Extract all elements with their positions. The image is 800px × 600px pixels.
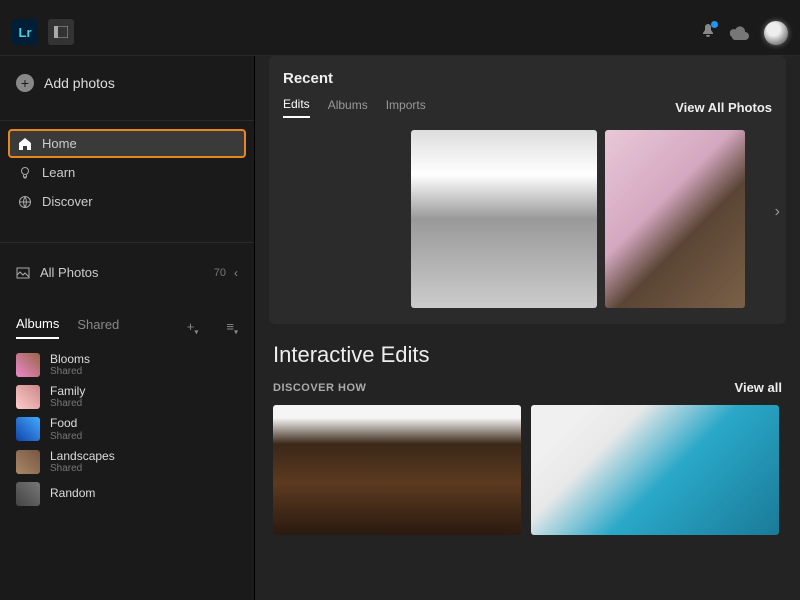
album-thumb [16,353,40,377]
discover-how-label: DISCOVER HOW [273,382,366,394]
album-thumb [16,450,40,474]
nav-discover[interactable]: Discover [8,187,246,216]
album-thumb [16,385,40,409]
album-item-blooms[interactable]: BloomsShared [10,349,244,381]
main-content: Recent Edits Albums Imports View All Pho… [255,56,800,600]
sidebar: + Add photos Home Learn Discover All Pho… [0,56,255,600]
notifications-button[interactable] [700,23,716,44]
album-item-food[interactable]: FoodShared [10,413,244,445]
tab-albums[interactable]: Albums [16,316,59,339]
plus-circle-icon: + [16,74,34,92]
album-sub: Shared [50,398,85,409]
album-name: Landscapes [50,450,115,463]
nav-label: Learn [42,165,75,180]
album-sub: Shared [50,366,90,377]
interactive-edits-title: Interactive Edits [273,342,782,368]
album-name: Food [50,417,82,430]
add-photos-label: Add photos [44,75,115,91]
photos-icon [16,266,30,280]
recent-thumb-2[interactable] [411,130,597,308]
nav-home[interactable]: Home [8,129,246,158]
album-name: Random [50,487,95,500]
recent-tab-imports[interactable]: Imports [386,98,426,117]
album-item-landscapes[interactable]: LandscapesShared [10,446,244,478]
all-photos-label: All Photos [40,265,99,280]
nav-label: Home [42,136,77,151]
album-item-random[interactable]: Random [10,478,244,510]
recent-tab-edits[interactable]: Edits [283,97,310,118]
cloud-icon[interactable] [730,26,750,40]
user-avatar[interactable] [764,21,788,45]
all-photos-row[interactable]: All Photos 70 ‹ [0,242,254,290]
album-item-family[interactable]: FamilyShared [10,381,244,413]
nav-learn[interactable]: Learn [8,158,246,187]
chevron-left-icon: ‹ [234,266,238,280]
add-photos-button[interactable]: + Add photos [0,64,254,102]
album-name: Blooms [50,353,90,366]
album-sub: Shared [50,463,115,474]
all-photos-count: 70 [214,267,226,279]
sort-albums-button[interactable]: ≡▾ [226,319,238,337]
view-all-interactive-link[interactable]: View all [735,380,782,395]
album-sub: Shared [50,431,82,442]
album-thumb [16,417,40,441]
home-icon [18,137,32,151]
recent-tab-albums[interactable]: Albums [328,98,368,117]
tab-shared[interactable]: Shared [77,317,119,338]
album-thumb [16,482,40,506]
notification-badge [711,21,718,28]
panel-toggle-button[interactable] [48,19,74,45]
app-logo[interactable]: Lr [12,19,38,45]
add-album-button[interactable]: +▾ [187,319,199,337]
nav-label: Discover [42,194,93,209]
carousel-next-button[interactable]: › [775,203,780,221]
interactive-thumb-1[interactable] [273,405,521,535]
globe-icon [18,195,32,209]
interactive-thumb-2[interactable] [531,405,779,535]
recent-thumb-3[interactable] [605,130,745,308]
recent-title: Recent [283,70,772,87]
view-all-photos-link[interactable]: View All Photos [675,100,772,115]
recent-thumb-1[interactable] [283,130,403,308]
recent-panel: Recent Edits Albums Imports View All Pho… [269,56,786,324]
album-name: Family [50,385,85,398]
lightbulb-icon [18,166,32,180]
